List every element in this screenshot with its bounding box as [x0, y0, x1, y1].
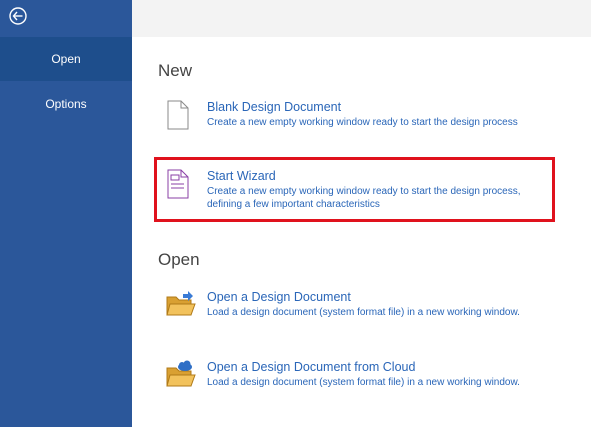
entry-description: Create a new empty working window ready … [207, 186, 521, 210]
open-design-document-from-cloud-button[interactable]: Open a Design Document from Cloud Load a… [158, 360, 558, 394]
entry-title: Open a Design Document from Cloud [207, 360, 416, 374]
back-arrow-circle-icon[interactable] [8, 6, 28, 26]
entry-title: Blank Design Document [207, 100, 342, 114]
sidebar-item-label: Options [45, 97, 87, 111]
entry-title: Start Wizard [207, 169, 276, 183]
blank-document-icon [166, 100, 190, 135]
wizard-document-icon [166, 169, 190, 204]
entry-description: Load a design document (system format fi… [207, 377, 520, 388]
entry-description: Load a design document (system format fi… [207, 307, 520, 318]
entry-title: Open a Design Document [207, 290, 351, 304]
sidebar: Open Options [0, 0, 132, 427]
section-heading-new: New [158, 61, 193, 80]
entry-description: Create a new empty working window ready … [207, 117, 518, 128]
open-design-document-button[interactable]: Open a Design Document Load a design doc… [158, 290, 558, 324]
sidebar-item-options[interactable]: Options [0, 82, 132, 126]
cloud-folder-icon [166, 360, 196, 393]
section-heading-open: Open [158, 250, 200, 269]
start-wizard-button[interactable]: Start Wizard Create a new empty working … [158, 169, 558, 215]
blank-design-document-button[interactable]: Blank Design Document Create a new empty… [158, 100, 558, 134]
sidebar-item-open[interactable]: Open [0, 37, 132, 81]
header-band [132, 0, 591, 37]
sidebar-item-label: Open [51, 52, 81, 66]
open-folder-icon [166, 290, 196, 323]
